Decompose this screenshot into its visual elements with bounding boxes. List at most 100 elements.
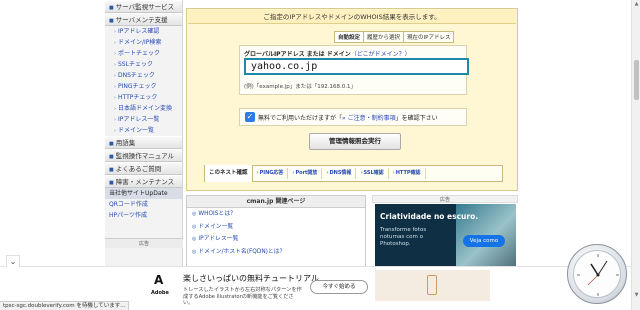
net-link-http[interactable]: ›HTTP確認 bbox=[389, 168, 426, 179]
bottom-ad-cta-button[interactable]: 今すぐ始める bbox=[310, 280, 368, 294]
net-link-dns[interactable]: ›DNS情報 bbox=[322, 168, 357, 179]
sidebar-section-13[interactable]: ■ 監視操作マニュアル bbox=[105, 149, 182, 162]
bullet-icon: ◎ bbox=[192, 236, 197, 242]
terms-pre-text: 無料でご利用いただけますが「 bbox=[258, 115, 343, 122]
related-link-whois[interactable]: ◎ WHOISとは？ bbox=[187, 208, 365, 221]
clock-gadget[interactable] bbox=[567, 244, 627, 304]
sidebar-link-17[interactable]: QRコード作成 bbox=[105, 199, 182, 210]
bottom-ad-desc: トレースしたイラストから左右対称なパターンを作成するAdobe Illustra… bbox=[183, 287, 302, 306]
chevron-right-icon: › bbox=[326, 170, 329, 176]
sidebar-item-4[interactable]: › ポートチェック bbox=[105, 48, 182, 59]
ad-body: Transforme fotos noturnas com o Photosho… bbox=[380, 227, 427, 247]
sidebar-item-label: 日本語ドメイン変換 bbox=[118, 105, 173, 112]
sidebar-item-label: 監視操作マニュアル bbox=[115, 152, 175, 160]
sidebar-item-label: SSLチェック bbox=[118, 61, 153, 68]
net-link-ssl-label: SSL確認 bbox=[363, 170, 384, 176]
chevron-right-icon: › bbox=[392, 170, 395, 176]
ad-label: 広告 bbox=[372, 195, 518, 203]
sidebar-ad-label: 広告 bbox=[105, 238, 183, 248]
tab-history[interactable]: 履歴から選択 bbox=[363, 31, 405, 43]
sidebar-item-8[interactable]: › HTTPチェック bbox=[105, 92, 182, 103]
sidebar-item-3[interactable]: › ドメイン/IP検索 bbox=[105, 37, 182, 48]
sidebar-link-18[interactable]: HPパーツ作成 bbox=[105, 210, 182, 221]
ad-cta-button[interactable]: Veja como bbox=[463, 235, 505, 247]
related-link-ip-list[interactable]: ◎ IPアドレス一覧 bbox=[187, 233, 365, 246]
sidebar-item-label: HTTPチェック bbox=[118, 94, 158, 101]
chevron-right-icon: › bbox=[114, 106, 116, 112]
scroll-thumb[interactable] bbox=[634, 60, 639, 100]
page-root: ■ サーバ監視サービス ■ サーバメンテ支援 › IPアドレス確認 › ドメイン/IP検索 › ポ… bbox=[0, 0, 640, 310]
sidebar-item-9[interactable]: › 日本語ドメイン変換 bbox=[105, 103, 182, 114]
terms-text: 無料でご利用いただけますが「» ご注意・制約事項」を確認下さい bbox=[258, 113, 438, 122]
network-check-label: このネスト確認 bbox=[205, 165, 253, 182]
sidebar-item-5[interactable]: › SSLチェック bbox=[105, 59, 182, 70]
domain-input[interactable]: yahoo.co.jp bbox=[244, 58, 469, 75]
bottom-ad-title: 楽しさいっぱいの無料チュートリアル bbox=[183, 274, 319, 283]
adobe-brand-text: Adobe bbox=[151, 290, 169, 296]
query-label: グローバルIPアドレス または ドメイン（どこがドメイン？） bbox=[244, 49, 411, 58]
net-link-dns-label: DNS情報 bbox=[329, 170, 352, 176]
browser-status-bar: tpsc-sgc.doubleverify.com を待機しています... bbox=[0, 301, 130, 310]
net-link-port[interactable]: ›Port開放 bbox=[288, 168, 323, 179]
sticky-bottom-ad: ⌄ A Adobe 楽しさいっぱいの無料チュートリアル トレースしたイラストから… bbox=[0, 255, 640, 306]
sidebar-section-14[interactable]: ■ よくあるご質問 bbox=[105, 162, 182, 175]
domain-help-link[interactable]: （どこがドメイン？） bbox=[351, 51, 411, 58]
terms-link[interactable]: » ご注意・制約事項 bbox=[342, 115, 396, 122]
sidebar-section-12[interactable]: ■ 用語集 bbox=[105, 136, 182, 149]
sidebar-item-label: サーバメンテ支援 bbox=[115, 16, 168, 24]
bullet-icon: ◎ bbox=[192, 211, 197, 217]
adobe-logo: A Adobe bbox=[146, 272, 174, 300]
sidebar-item-label: ポートチェック bbox=[118, 50, 161, 57]
net-link-ssl[interactable]: ›SSL確認 bbox=[356, 168, 389, 179]
sidebar-section-1[interactable]: ■ サーバメンテ支援 bbox=[105, 13, 182, 26]
sidebar-item-label: 障害・メンテナンス bbox=[115, 178, 175, 186]
scroll-up-icon[interactable]: ▲ bbox=[632, 1, 640, 8]
query-label-text: グローバルIPアドレス または ドメイン bbox=[244, 51, 351, 58]
terms-checkbox[interactable]: ✓ bbox=[245, 112, 255, 122]
sidebar-section-15[interactable]: ■ 障害・メンテナンス bbox=[105, 175, 182, 188]
tab-current-ip[interactable]: 現在のIPアドレス bbox=[403, 31, 455, 43]
panel-title: ご指定のIPアドレスやドメインのWHOIS結果を表示します。 bbox=[188, 10, 516, 24]
related-link-domain-list[interactable]: ◎ ドメイン一覧 bbox=[187, 221, 365, 234]
sidebar-section-0[interactable]: ■ サーバ監視サービス bbox=[105, 0, 182, 13]
network-check-bar: このネスト確認 ›PING応答 ›Port開放 ›DNS情報 ›SSL確認 ›H… bbox=[204, 165, 503, 182]
sidebar-item-label: QRコード作成 bbox=[109, 201, 148, 208]
related-link-label: ドメイン/ホスト名(FQDN)とは？ bbox=[198, 248, 286, 255]
sidebar-item-label: よくあるご質問 bbox=[115, 165, 162, 173]
chevron-down-icon[interactable]: ⌄ bbox=[6, 255, 20, 267]
clock-face bbox=[573, 250, 621, 298]
input-mode-tabs: 自動設定 履歴から選択 現在のIPアドレス bbox=[334, 31, 455, 43]
square-bullet-icon: ■ bbox=[109, 167, 114, 173]
submit-button[interactable]: 管理情報照会実行 bbox=[309, 133, 401, 150]
related-pages: cman.jp 関連ページ ◎ WHOISとは？ ◎ ドメイン一覧 ◎ IPアドレス一… bbox=[186, 195, 366, 270]
sidebar-item-label: DNSチェック bbox=[118, 72, 155, 79]
photoshop-ad[interactable]: Criatividade no escuro. Transforme fotos… bbox=[375, 204, 516, 268]
terms-agreement: ✓ 無料でご利用いただけますが「» ご注意・制約事項」を確認下さい bbox=[239, 108, 467, 126]
related-link-fqdn[interactable]: ◎ ドメイン/ホスト名(FQDN)とは？ bbox=[187, 246, 365, 259]
ad-headline: Criatividade no escuro. bbox=[380, 212, 479, 221]
chevron-right-icon: › bbox=[256, 170, 259, 176]
clock-hands-icon bbox=[577, 254, 619, 296]
bottom-ad-image bbox=[375, 270, 490, 301]
square-bullet-icon: ■ bbox=[109, 5, 114, 11]
related-link-label: IPアドレス一覧 bbox=[198, 236, 239, 242]
sidebar-item-label: IPアドレス一覧 bbox=[118, 116, 160, 123]
chevron-right-icon: › bbox=[114, 128, 116, 134]
sidebar-item-11[interactable]: › ドメイン一覧 bbox=[105, 125, 182, 136]
adobe-a-icon: A bbox=[154, 273, 164, 287]
tab-auto-setting[interactable]: 自動設定 bbox=[334, 31, 365, 43]
chevron-right-icon: › bbox=[114, 117, 116, 123]
sidebar-item-7[interactable]: › PINGチェック bbox=[105, 81, 182, 92]
scroll-down-icon[interactable]: ▼ bbox=[632, 292, 640, 299]
page-scrollbar[interactable]: ▲ ▼ bbox=[631, 0, 640, 310]
sidebar-item-10[interactable]: › IPアドレス一覧 bbox=[105, 114, 182, 125]
net-link-http-label: HTTP確認 bbox=[395, 170, 421, 176]
input-example-text: (例)「example.jp」または「192.168.0.1」 bbox=[244, 84, 356, 90]
sidebar-item-label: サーバ監視サービス bbox=[115, 3, 175, 11]
chevron-right-icon: › bbox=[114, 95, 116, 101]
sidebar-item-6[interactable]: › DNSチェック bbox=[105, 70, 182, 81]
chevron-right-icon: › bbox=[114, 73, 116, 79]
net-link-ping[interactable]: ›PING応答 bbox=[253, 168, 289, 179]
sidebar-link-16[interactable]: 当社他サイトUpDate bbox=[105, 188, 182, 199]
sidebar-item-2[interactable]: › IPアドレス確認 bbox=[105, 26, 182, 37]
